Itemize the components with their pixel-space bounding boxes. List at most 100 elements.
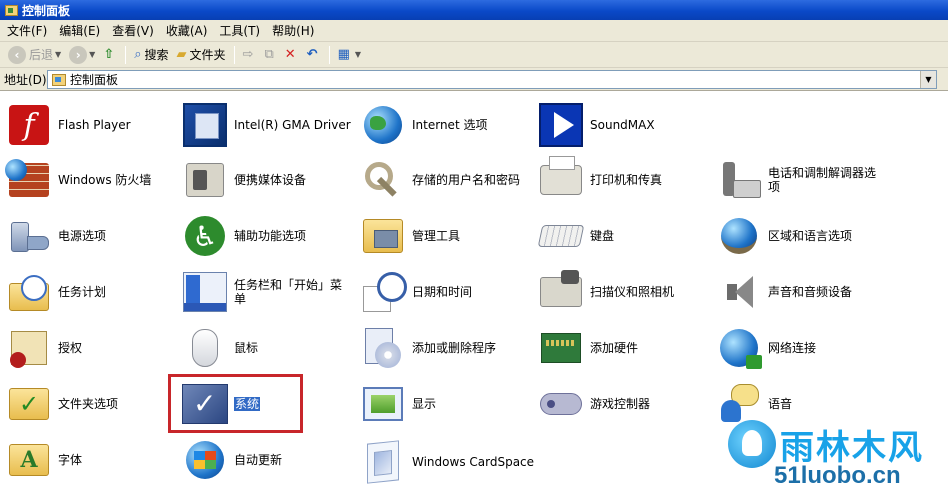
cp-item-label: 扫描仪和照相机 (590, 285, 675, 299)
cp-item-label: Intel(R) GMA Driver (234, 118, 351, 132)
menu-help[interactable]: 帮助(H) (267, 21, 321, 41)
cp-item-internet-options[interactable]: Internet 选项 (360, 100, 487, 150)
folders-button[interactable]: ▰ 文件夹 (173, 44, 230, 66)
scanner-camera-icon (538, 269, 584, 315)
cp-item-power-options[interactable]: 电源选项 (6, 211, 106, 261)
cp-item-folder-options[interactable]: ✓ 文件夹选项 (6, 379, 118, 429)
address-input[interactable]: 控制面板 ▼ (47, 70, 937, 89)
menu-bar: 文件(F) 编辑(E) 查看(V) 收藏(A) 工具(T) 帮助(H) (0, 20, 948, 42)
folder-options-icon: ✓ (6, 381, 52, 427)
back-arrow-icon: ‹ (8, 45, 26, 64)
folders-label: 文件夹 (189, 48, 226, 62)
back-label: 后退 (29, 48, 54, 62)
cp-item-flash-player[interactable]: f Flash Player (6, 100, 131, 150)
cp-item-region-language[interactable]: 区域和语言选项 (716, 211, 852, 261)
cp-item-label: Windows 防火墙 (58, 173, 152, 187)
fonts-icon: A (6, 437, 52, 483)
region-language-icon (716, 213, 762, 259)
cp-item-stored-passwords[interactable]: 存储的用户名和密码 (360, 155, 520, 205)
window-title: 控制面板 (22, 3, 71, 18)
admin-tools-icon (360, 213, 406, 259)
cp-item-license[interactable]: 授权 (6, 323, 82, 373)
up-folder-button[interactable]: ⇧ (99, 44, 121, 66)
delete-button[interactable]: ✕ (281, 44, 303, 66)
views-button[interactable]: ▦ ▼ (334, 44, 365, 66)
taskbar-start-icon (182, 269, 228, 315)
cp-item-label: 授权 (58, 341, 83, 355)
display-icon (360, 381, 406, 427)
copy-to-button[interactable]: ⧉ (260, 44, 280, 66)
delete-x-icon: ✕ (284, 47, 296, 62)
folder-icon: ▰ (176, 47, 187, 62)
printer-icon (538, 156, 584, 203)
move-to-icon: ⇨ (242, 47, 254, 62)
cp-item-game-controllers[interactable]: 游戏控制器 (538, 379, 650, 429)
cp-item-add-remove-programs[interactable]: 添加或删除程序 (360, 323, 496, 373)
internet-options-icon (360, 102, 406, 148)
cp-item-accessibility[interactable]: ♿ 辅助功能选项 (182, 211, 306, 261)
cp-item-label: 日期和时间 (412, 285, 473, 299)
accessibility-icon: ♿ (182, 213, 228, 259)
menu-view[interactable]: 查看(V) (107, 21, 161, 41)
cp-item-keyboard[interactable]: 键盘 (537, 211, 615, 261)
cp-item-scanners-cameras[interactable]: 扫描仪和照相机 (538, 267, 674, 317)
cp-item-label: Windows CardSpace (412, 455, 535, 469)
cp-item-label: 文件夹选项 (58, 397, 119, 411)
control-panel-icon (52, 73, 66, 86)
cp-item-label: 声音和音频设备 (768, 285, 853, 299)
cardspace-icon (360, 439, 406, 485)
cp-item-add-hardware[interactable]: 添加硬件 (538, 323, 638, 373)
scheduled-tasks-icon (6, 269, 52, 315)
power-icon (6, 213, 52, 259)
chevron-down-icon: ▼ (354, 50, 362, 59)
search-button[interactable]: ⌕ 搜索 (130, 44, 172, 66)
cp-item-taskbar-start[interactable]: 任务栏和「开始」菜单 (182, 267, 349, 317)
cp-item-intel-gma[interactable]: Intel(R) GMA Driver (182, 100, 351, 150)
menu-edit[interactable]: 编辑(E) (54, 21, 107, 41)
cp-item-printers-faxes[interactable]: 打印机和传真 (538, 155, 662, 205)
watermark-logo: 雨林木风 51luobo.cn (728, 420, 943, 495)
cp-item-phone-modem[interactable]: 电话和调制解调器选项 (716, 155, 886, 205)
forward-button[interactable]: › ▼ (65, 44, 99, 66)
back-button[interactable]: ‹ 后退 ▼ (4, 44, 65, 66)
soundmax-icon (538, 102, 584, 148)
cp-item-display[interactable]: 显示 (360, 379, 436, 429)
cp-item-label: Internet 选项 (412, 118, 488, 132)
watermark-emblem-icon (728, 420, 776, 468)
cp-item-label: 键盘 (590, 229, 615, 243)
cp-item-cardspace[interactable]: Windows CardSpace (360, 437, 534, 487)
cp-item-auto-update[interactable]: 自动更新 (182, 435, 282, 485)
chevron-down-icon: ▼ (89, 50, 96, 59)
chevron-down-icon[interactable]: ▼ (920, 71, 936, 88)
cp-item-network-connections[interactable]: 网络连接 (716, 323, 816, 373)
toolbar: ‹ 后退 ▼ › ▼ ⇧ ⌕ 搜索 ▰ 文件夹 ⇨ ⧉ ✕ ↶ ▦ ▼ (0, 42, 948, 68)
date-time-icon (360, 269, 407, 315)
up-arrow-icon: ⇧ (103, 47, 115, 62)
menu-favorites[interactable]: 收藏(A) (161, 21, 215, 41)
cp-item-portable-media[interactable]: 便携媒体设备 (182, 155, 306, 205)
cp-item-soundmax[interactable]: SoundMAX (538, 100, 655, 150)
cp-item-label: 存储的用户名和密码 (412, 173, 521, 187)
cp-item-mouse[interactable]: 鼠标 (182, 323, 258, 373)
move-to-button[interactable]: ⇨ (239, 44, 261, 66)
add-hardware-icon (538, 325, 584, 371)
cp-item-label: 显示 (412, 397, 437, 411)
cp-item-admin-tools[interactable]: 管理工具 (360, 211, 460, 261)
menu-tools[interactable]: 工具(T) (214, 21, 267, 41)
cp-item-date-time[interactable]: 日期和时间 (360, 267, 472, 317)
undo-icon: ↶ (306, 47, 318, 62)
cp-item-sounds[interactable]: 声音和音频设备 (716, 267, 852, 317)
cp-item-label: 游戏控制器 (590, 397, 651, 411)
cp-item-label: 区域和语言选项 (768, 229, 853, 243)
cp-item-scheduled-tasks[interactable]: 任务计划 (6, 267, 106, 317)
portable-media-icon (182, 157, 228, 203)
menu-file[interactable]: 文件(F) (2, 21, 54, 41)
cp-item-label: 管理工具 (412, 229, 461, 243)
cp-item-label: 打印机和传真 (590, 173, 663, 187)
keyboard-icon (537, 213, 585, 259)
views-icon: ▦ (337, 47, 350, 62)
cp-item-firewall[interactable]: Windows 防火墙 (5, 155, 152, 205)
search-label: 搜索 (144, 48, 169, 62)
cp-item-fonts[interactable]: A 字体 (6, 435, 82, 485)
undo-button[interactable]: ↶ (303, 44, 325, 66)
